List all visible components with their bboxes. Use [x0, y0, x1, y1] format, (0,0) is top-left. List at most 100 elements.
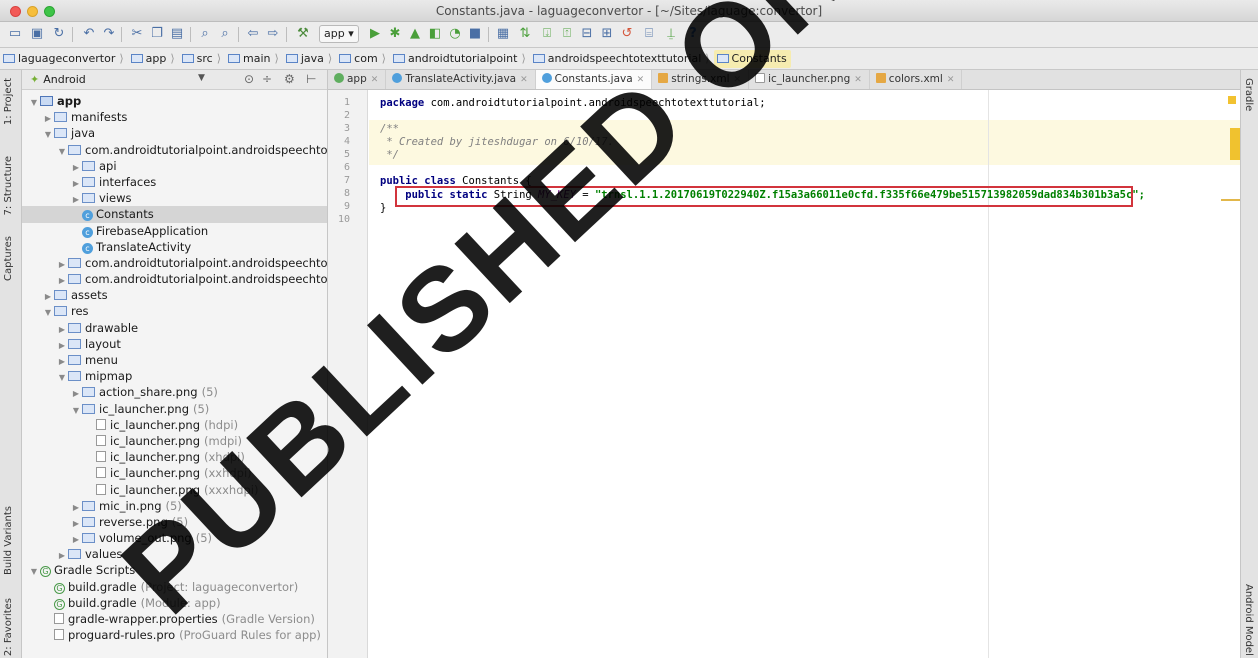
tab-favorites[interactable]: 2: Favorites [3, 598, 14, 656]
device-monitor-icon[interactable]: ⊟ [578, 25, 596, 43]
tree-node[interactable]: ▼ res [22, 303, 327, 319]
editor-tab[interactable]: Constants.java ✕ [535, 70, 653, 89]
project-view-selector[interactable]: ✦ Android [30, 73, 86, 86]
cut-icon[interactable]: ✂ [128, 25, 146, 43]
open-folder-icon[interactable]: ▭ [6, 25, 24, 43]
close-icon[interactable]: ✕ [637, 75, 645, 85]
profile-icon[interactable]: ◧ [426, 25, 444, 43]
undo-icon[interactable]: ↶ [80, 25, 98, 43]
forward-icon[interactable]: ⇨ [264, 25, 282, 43]
tab-gradle[interactable]: Gradle [1243, 78, 1254, 111]
code-editor[interactable]: 1 2 3 4 5 6 7 8 9 10 package com.androidtutorialp… [328, 90, 1240, 658]
debug-icon[interactable]: ✱ [386, 25, 404, 43]
tree-node[interactable]: ▶ values [22, 546, 327, 562]
tree-node[interactable]: c TranslateActivity [22, 239, 327, 255]
tab-project[interactable]: 1: Project [3, 78, 14, 125]
tab-build-variants[interactable]: Build Variants [3, 506, 14, 575]
breadcrumb-item[interactable]: main ⟩ [225, 50, 283, 68]
tree-node[interactable]: ▶ action_share.png (5) [22, 384, 327, 400]
tree-node[interactable]: ▶ assets [22, 287, 327, 303]
breadcrumb-item[interactable]: java ⟩ [283, 50, 336, 68]
run-config-dropdown[interactable]: app ▾ [319, 25, 359, 43]
breadcrumb-item[interactable]: laguageconvertor ⟩ [0, 50, 128, 68]
tree-node[interactable]: ▶ views [22, 190, 327, 206]
tab-android-model[interactable]: Android Model [1243, 584, 1254, 656]
breadcrumb-item[interactable]: app ⟩ [128, 50, 179, 68]
tree-node[interactable]: ic_launcher.png (hdpi) [22, 417, 327, 433]
editor-tab[interactable]: colors.xml ✕ [870, 70, 963, 89]
stop-icon[interactable]: ■ [466, 25, 484, 43]
breadcrumb-item[interactable]: com ⟩ [336, 50, 390, 68]
close-icon[interactable]: ✕ [371, 75, 379, 85]
tree-node[interactable]: ▶ reverse.png (5) [22, 514, 327, 530]
collapse-all-icon[interactable]: ÷ [262, 72, 272, 86]
tree-node[interactable]: ▼ mipmap [22, 368, 327, 384]
tree-node[interactable]: ic_launcher.png (mdpi) [22, 433, 327, 449]
coverage-icon[interactable]: ▲ [406, 25, 424, 43]
tree-node[interactable]: ▶ menu [22, 352, 327, 368]
tree-node[interactable]: ic_launcher.png (xxxhdpi) [22, 482, 327, 498]
save-all-icon[interactable]: ▣ [28, 25, 46, 43]
tree-node[interactable]: ▼ com.androidtutorialpoint.androidspeecht… [22, 142, 327, 158]
tree-node[interactable]: ▼ java [22, 125, 327, 141]
replace-icon[interactable]: ⌕ [216, 25, 234, 43]
sync-icon[interactable]: ↻ [50, 25, 68, 43]
close-icon[interactable]: ✕ [854, 75, 862, 85]
close-icon[interactable]: ✕ [947, 75, 955, 85]
avd-manager-icon[interactable]: ⍗ [538, 25, 556, 43]
redo-icon[interactable]: ↷ [100, 25, 118, 43]
tree-node[interactable]: ▼ ic_launcher.png (5) [22, 401, 327, 417]
tab-structure[interactable]: 7: Structure [3, 156, 14, 215]
tree-node[interactable]: ▶ com.androidtutorialpoint.androidspeecht… [22, 255, 327, 271]
tree-node[interactable]: Gbuild.gradle (Project: laguageconvertor) [22, 579, 327, 595]
tree-node[interactable]: ▶ layout [22, 336, 327, 352]
find-icon[interactable]: ⌕ [196, 25, 214, 43]
tab-captures[interactable]: Captures [3, 236, 14, 281]
tasks-icon[interactable]: ↺ [618, 25, 636, 43]
tree-node[interactable]: ic_launcher.png (xhdpi) [22, 449, 327, 465]
breadcrumb-item[interactable]: Constants [713, 50, 791, 68]
breadcrumb-item[interactable]: androidspeechtotexttutorial ⟩ [530, 50, 714, 68]
terminal-icon[interactable]: ⌸ [640, 25, 658, 43]
run-icon[interactable]: ▶ [366, 25, 384, 43]
tree-node[interactable]: ic_launcher.png (xxhdpi) [22, 465, 327, 481]
tree-node[interactable]: c FirebaseApplication [22, 223, 327, 239]
inspection-status-icon[interactable] [1228, 96, 1236, 104]
tree-node[interactable]: ▼ app [22, 93, 327, 109]
attach-debugger-icon[interactable]: ◔ [446, 25, 464, 43]
tree-node[interactable]: ▶ manifests [22, 109, 327, 125]
back-icon[interactable]: ⇦ [244, 25, 262, 43]
editor-tab[interactable]: ic_launcher.png ✕ [749, 70, 870, 89]
editor-tab[interactable]: TranslateActivity.java ✕ [386, 70, 536, 89]
paste-icon[interactable]: ▤ [168, 25, 186, 43]
tree-node[interactable]: Gbuild.gradle (Module: app) [22, 595, 327, 611]
close-icon[interactable]: ✕ [734, 75, 742, 85]
tree-node[interactable]: ▶ api [22, 158, 327, 174]
android-monitor-icon[interactable]: ⍊ [662, 25, 680, 43]
warning-stripe-marker[interactable] [1230, 128, 1240, 160]
tree-node[interactable]: ▼ G Gradle Scripts [22, 562, 327, 578]
editor-tab[interactable]: strings.xml ✕ [652, 70, 750, 89]
gradle-sync-icon[interactable]: ⇅ [516, 25, 534, 43]
help-button[interactable]: ? [684, 25, 702, 43]
hide-panel-icon[interactable]: ⊢ [306, 72, 316, 86]
close-icon[interactable]: ✕ [520, 75, 528, 85]
layout-inspector-icon[interactable]: ⊞ [598, 25, 616, 43]
breadcrumb-item[interactable]: androidtutorialpoint ⟩ [390, 50, 530, 68]
tree-node[interactable]: ▶ volume_out.png (5) [22, 530, 327, 546]
editor-tab[interactable]: app ✕ [328, 70, 387, 89]
tree-node[interactable]: ▶ mic_in.png (5) [22, 498, 327, 514]
tree-node[interactable]: ▶ com.androidtutorialpoint.androidspeecht… [22, 271, 327, 287]
gear-icon[interactable]: ⚙ [284, 72, 295, 86]
tree-node[interactable]: ▶ drawable [22, 320, 327, 336]
tree-node[interactable]: proguard-rules.pro (ProGuard Rules for ap… [22, 627, 327, 643]
tree-node[interactable]: gradle-wrapper.properties (Gradle Version… [22, 611, 327, 627]
make-project-icon[interactable]: ⚒ [294, 25, 312, 43]
chevron-down-icon[interactable]: ▼ [198, 73, 205, 83]
breadcrumb-item[interactable]: src ⟩ [179, 50, 225, 68]
sync-scroll-icon[interactable]: ⊙ [244, 72, 254, 86]
tree-node[interactable]: ▶ interfaces [22, 174, 327, 190]
error-stripe-marker[interactable] [1221, 199, 1240, 201]
tree-node[interactable]: c Constants [22, 206, 327, 223]
project-structure-icon[interactable]: ▦ [494, 25, 512, 43]
